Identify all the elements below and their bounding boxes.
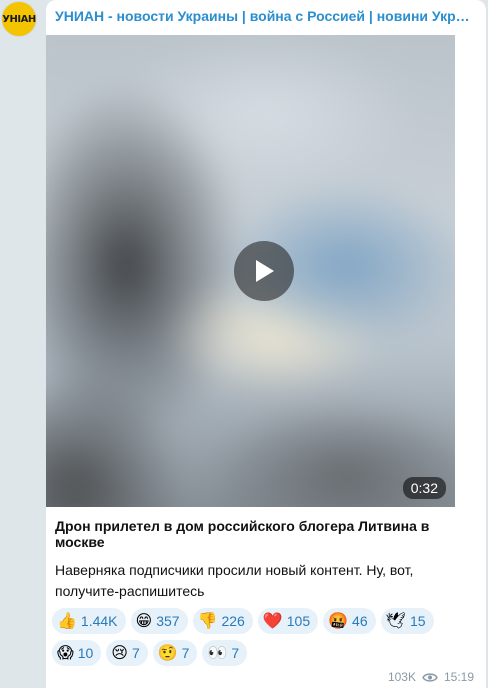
reaction-count: 46 (352, 613, 368, 629)
channel-avatar[interactable]: УНІАН (2, 2, 36, 36)
reaction-emoji-icon: 🤬 (328, 611, 349, 630)
reaction-count: 7 (131, 645, 140, 661)
video-duration: 0:32 (402, 477, 446, 499)
reaction-emoji-icon: 😱 (57, 643, 74, 662)
view-count: 103K (387, 670, 416, 684)
reaction-emoji-icon: 😢 (111, 643, 128, 662)
reaction-chip[interactable]: 🕊 15 (380, 608, 434, 634)
play-button[interactable] (234, 241, 294, 301)
post-body: Наверняка подписчики просили новый конте… (55, 562, 414, 599)
reaction-chip[interactable]: 🤬 46 (323, 608, 376, 634)
reaction-count: 226 (221, 613, 245, 629)
reaction-count: 7 (231, 645, 240, 661)
reaction-count: 10 (77, 645, 94, 661)
message-bubble: УНИАН - новости Украины | война с Россие… (46, 0, 486, 688)
reaction-count: 357 (156, 613, 180, 629)
message-time: 15:19 (443, 670, 474, 684)
post-headline: Дрон прилетел в дом российского блогера … (55, 518, 430, 550)
reaction-emoji-icon: 👍 (57, 611, 77, 630)
reaction-count: 105 (286, 613, 311, 629)
eye-icon (422, 672, 438, 682)
video-player[interactable]: 0:32 (46, 35, 455, 507)
reaction-count: 1.44K (80, 613, 118, 629)
reaction-chip[interactable]: 👍 1.44K (52, 608, 126, 634)
reaction-emoji-icon: 😁 (135, 611, 153, 630)
reaction-emoji-icon: ❤️ (262, 611, 283, 630)
channel-name[interactable]: УНИАН - новости Украины | война с Россие… (55, 8, 475, 24)
reaction-chip[interactable]: 👀 7 (202, 640, 248, 666)
play-icon (256, 260, 274, 282)
reaction-chip[interactable]: ❤️ 105 (257, 608, 319, 634)
reaction-count: 7 (181, 645, 190, 661)
reaction-count: 15 (409, 613, 426, 629)
reactions-bar: 👍 1.44K 😁 357 👎 226 ❤️ 105 🤬 46 🕊 15 😱 10 😢 7 🤨 7 👀 7 (52, 608, 472, 666)
reaction-emoji-icon: 👎 (197, 611, 218, 630)
reaction-emoji-icon: 👀 (207, 643, 228, 662)
reaction-chip[interactable]: 😢 7 (106, 640, 148, 666)
reaction-emoji-icon: 🤨 (157, 643, 178, 662)
message-meta: 103K 15:19 (388, 670, 474, 684)
reaction-chip[interactable]: 😁 357 (130, 608, 188, 634)
avatar-logo-text: УНІАН (2, 13, 36, 25)
reaction-emoji-icon: 🕊 (385, 611, 406, 630)
reaction-chip[interactable]: 🤨 7 (152, 640, 198, 666)
reaction-chip[interactable]: 👎 226 (192, 608, 253, 634)
reaction-chip[interactable]: 😱 10 (52, 640, 102, 666)
